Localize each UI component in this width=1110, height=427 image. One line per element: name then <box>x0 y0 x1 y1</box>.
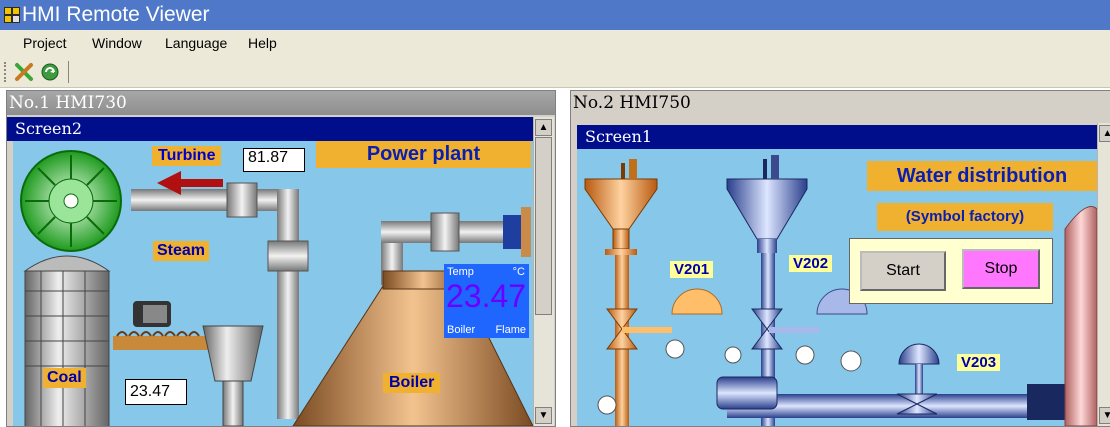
menu-project[interactable]: Project <box>23 35 67 51</box>
power-plant-heading: Power plant <box>316 141 531 168</box>
toolbar-grip[interactable] <box>4 62 9 82</box>
menu-window[interactable]: Window <box>92 35 142 51</box>
scroll-down-icon[interactable]: ▼ <box>535 407 552 424</box>
stop-button[interactable]: Stop <box>962 249 1040 289</box>
scroll-thumb[interactable] <box>535 137 552 315</box>
coal-label: Coal <box>43 368 86 388</box>
temp-unit: °C <box>512 266 525 278</box>
window-2-scrollbar[interactable]: ▲ ▼ <box>1097 123 1110 426</box>
menu-language[interactable]: Language <box>165 35 227 51</box>
screen-2-title: Screen1 <box>577 125 1105 149</box>
flame-sub-label: Flame <box>495 324 526 336</box>
disconnect-icon[interactable] <box>14 62 34 82</box>
menu-bar: Project Window Language Help <box>0 30 1110 58</box>
control-panel: Start Stop <box>849 238 1053 304</box>
turbine-label: Turbine <box>152 146 222 166</box>
boiler-sub-label: Boiler <box>447 324 476 336</box>
connect-globe-icon[interactable] <box>40 62 60 82</box>
app-title: HMI Remote Viewer <box>22 3 210 26</box>
valve-v201-label: V201 <box>670 261 714 278</box>
valve-v203-label: V203 <box>957 354 1001 371</box>
water-subheading: (Symbol factory) <box>877 203 1053 231</box>
hmi-window-1[interactable]: No.1 HMI730 Screen2 ▲ ▼ Turbine 81.87 Po… <box>6 90 556 427</box>
hmi-window-2[interactable]: No.2 HMI750 Screen1 ▲ ▼ <box>570 90 1110 427</box>
steam-label: Steam <box>153 241 210 261</box>
temp-value: 23.47 <box>446 278 527 314</box>
turbine-value-field: 81.87 <box>243 148 305 172</box>
boiler-label: Boiler <box>383 373 441 393</box>
toolbar-separator <box>68 61 69 83</box>
scroll-up-icon[interactable]: ▲ <box>535 119 552 136</box>
temp-label: Temp <box>447 266 474 278</box>
temp-panel: Temp °C 23.47 Boiler Flame <box>444 264 529 338</box>
power-plant-screen: Turbine 81.87 Power plant Steam Coal 23.… <box>13 141 533 426</box>
water-screen: Water distribution (Symbol factory) Star… <box>577 149 1097 426</box>
scroll-up-icon-2[interactable]: ▲ <box>1099 125 1110 142</box>
valve-v202-label: V202 <box>789 255 833 272</box>
app-icon <box>4 7 20 23</box>
coal-value-field: 23.47 <box>125 379 187 405</box>
water-heading: Water distribution <box>867 161 1097 191</box>
window-1-title[interactable]: No.1 HMI730 <box>7 91 555 115</box>
scroll-down-icon-2[interactable]: ▼ <box>1099 407 1110 424</box>
app-titlebar: HMI Remote Viewer <box>0 0 1110 30</box>
window-1-scrollbar[interactable]: ▲ ▼ <box>533 117 554 426</box>
menu-help[interactable]: Help <box>248 35 277 51</box>
screen-1-title: Screen2 <box>7 117 533 141</box>
window-2-title[interactable]: No.2 HMI750 <box>571 91 1110 115</box>
toolbar <box>0 57 1110 88</box>
mdi-workspace: No.1 HMI730 Screen2 ▲ ▼ Turbine 81.87 Po… <box>0 88 1110 427</box>
start-button[interactable]: Start <box>860 251 946 291</box>
